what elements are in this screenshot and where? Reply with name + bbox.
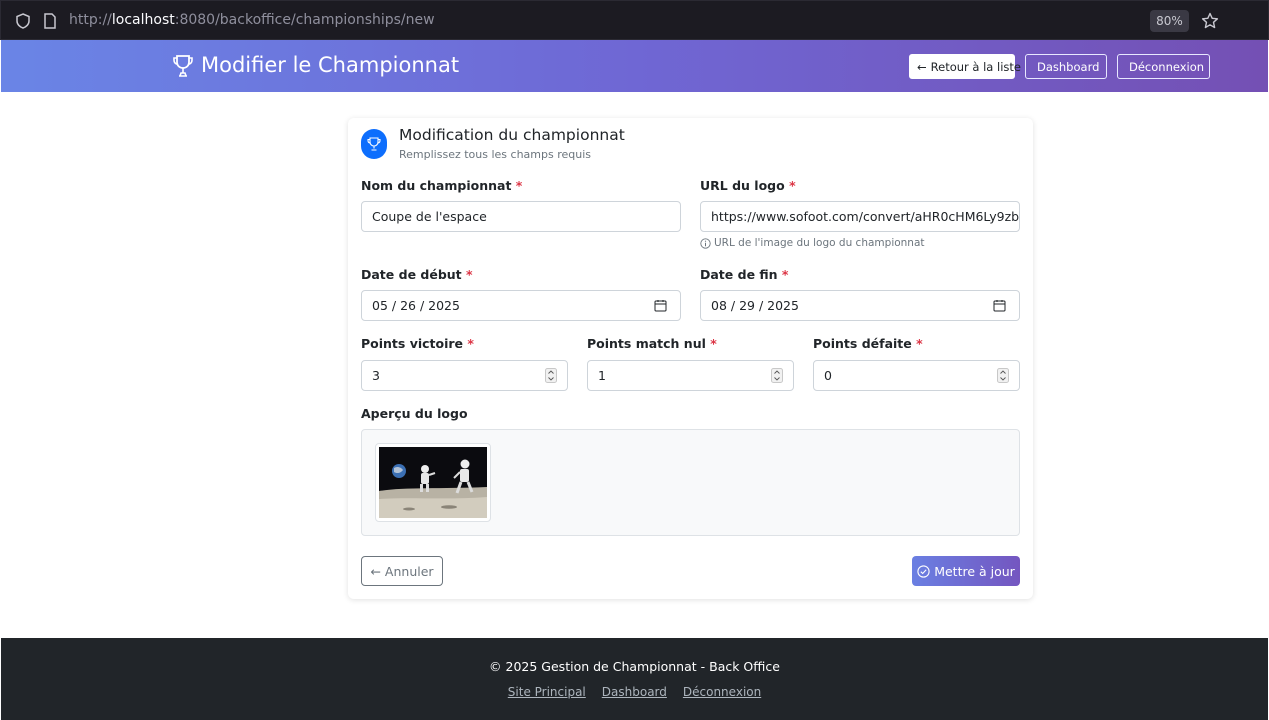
logout-button[interactable]: Déconnexion [1117,54,1210,79]
start-date-value: 05 / 26 / 2025 [372,298,460,313]
required-mark: * [466,267,473,282]
logout-label: Déconnexion [1129,59,1205,74]
cancel-label: Annuler [384,563,434,579]
url-path: :8080/backoffice/championships/new [174,12,435,28]
calendar-icon[interactable] [993,299,1006,312]
points-draw-label-text: Points match nul [587,336,706,351]
footer-links: Site Principal Dashboard Déconnexion [1,685,1268,699]
footer-link-site[interactable]: Site Principal [508,685,586,699]
end-date-field-label: Date de fin * [700,267,788,282]
logo-preview-label: Aperçu du logo [361,406,468,421]
dashboard-label: Dashboard [1037,59,1100,74]
logo-url-input[interactable]: https://www.sofoot.com/convert/aHR0cHM6L… [700,201,1020,232]
page-icon [44,13,56,29]
footer-link-dashboard[interactable]: Dashboard [602,685,667,699]
logo-preview-box [361,429,1020,536]
zoom-indicator[interactable]: 80% [1150,10,1189,32]
arrow-left-icon: ← [917,59,927,74]
bookmark-star-icon[interactable] [1201,12,1219,30]
points-draw-field-label: Points match nul * [587,336,717,351]
update-label: Mettre à jour [934,563,1015,579]
number-spinner-icon[interactable] [771,368,783,383]
points-win-label-text: Points victoire [361,336,464,351]
update-button[interactable]: Mettre à jour [912,556,1020,586]
logo-preview-image [375,443,491,522]
cancel-button[interactable]: ← Annuler [361,556,443,586]
back-to-list-button[interactable]: ← Retour à la liste [909,54,1021,79]
card-title: Modification du championnat [399,126,625,144]
points-win-value: 3 [372,368,380,383]
logo-url-label-text: URL du logo [700,178,785,193]
url-scheme: http:// [69,12,112,28]
end-date-value: 08 / 29 / 2025 [711,298,799,313]
points-loss-value: 0 [824,368,832,383]
app-header: Modifier le Championnat ← Retour à la li… [1,40,1268,92]
start-date-label-text: Date de début [361,267,462,282]
footer-link-logout[interactable]: Déconnexion [683,685,761,699]
card-subtitle: Remplissez tous les champs requis [399,148,591,161]
shield-icon[interactable] [15,13,31,29]
address-bar[interactable]: http://localhost:8080/backoffice/champio… [69,12,435,28]
required-mark: * [710,336,717,351]
arrow-left-icon: ← [370,563,381,579]
dashboard-button[interactable]: Dashboard [1025,54,1107,79]
points-loss-label-text: Points défaite [813,336,912,351]
end-date-label-text: Date de fin [700,267,778,282]
points-loss-field-label: Points défaite * [813,336,923,351]
url-host: localhost [111,12,175,28]
championship-name-input[interactable]: Coupe de l'espace [361,201,681,232]
start-date-input[interactable]: 05 / 26 / 2025 [361,290,681,321]
logo-url-field-label: URL du logo * [700,178,796,193]
number-spinner-icon[interactable] [545,368,557,383]
name-field-label: Nom du championnat * [361,178,522,193]
browser-toolbar: http://localhost:8080/backoffice/champio… [0,0,1269,40]
card-badge [361,129,387,159]
required-mark: * [781,267,789,282]
points-loss-input[interactable]: 0 [813,360,1020,391]
trophy-icon [173,55,193,77]
logo-url-help-text: URL de l'image du logo du championnat [714,237,925,249]
trophy-icon [367,137,381,151]
points-win-input[interactable]: 3 [361,360,568,391]
points-win-field-label: Points victoire * [361,336,474,351]
name-label-text: Nom du championnat [361,178,512,193]
required-mark: * [916,336,923,351]
points-draw-value: 1 [598,368,606,383]
logo-url-help: URL de l'image du logo du championnat [700,237,925,249]
end-date-input[interactable]: 08 / 29 / 2025 [700,290,1020,321]
page-footer: © 2025 Gestion de Championnat - Back Off… [1,638,1268,720]
back-to-list-label: Retour à la liste [930,59,1021,74]
required-mark: * [789,178,796,193]
number-spinner-icon[interactable] [997,368,1009,383]
page-title: Modifier le Championnat [201,53,460,77]
required-mark: * [515,178,523,193]
required-mark: * [467,336,474,351]
points-draw-input[interactable]: 1 [587,360,794,391]
championship-form-card: Modification du championnat Remplissez t… [348,118,1033,599]
footer-copyright: © 2025 Gestion de Championnat - Back Off… [489,659,780,674]
info-icon [700,237,711,249]
calendar-icon[interactable] [654,299,667,312]
check-circle-icon [917,564,930,578]
start-date-field-label: Date de début * [361,267,473,282]
astronauts-image [379,447,487,518]
